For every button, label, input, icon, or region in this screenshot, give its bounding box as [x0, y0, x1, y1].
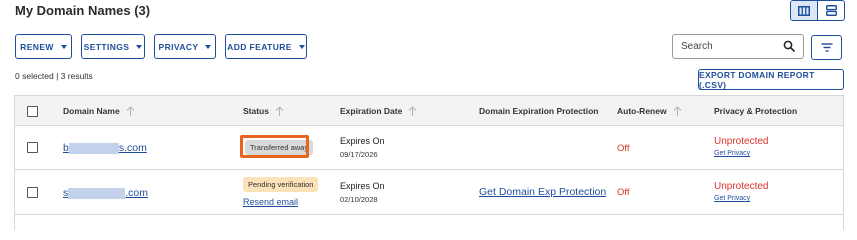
renew-button[interactable]: RENEW — [15, 34, 72, 59]
row-checkbox[interactable] — [27, 187, 38, 198]
column-label: Domain Expiration Protection — [479, 106, 599, 116]
status-badge: Pending verification — [243, 177, 319, 192]
chevron-down-icon — [60, 44, 67, 49]
column-label: Expiration Date — [340, 106, 403, 116]
search-input[interactable] — [681, 41, 781, 52]
highlight-box — [240, 135, 309, 158]
column-label: Status — [243, 106, 269, 116]
autorenew-status: Off — [617, 187, 630, 198]
get-privacy-link[interactable]: Get Privacy — [714, 150, 750, 157]
column-header-autorenew[interactable]: Auto-Renew — [617, 96, 682, 126]
sort-arrow-icon — [673, 106, 681, 116]
list-view-button[interactable] — [818, 1, 844, 20]
expires-label: Expires On — [340, 181, 385, 191]
column-header-expiration[interactable]: Expiration Date — [340, 96, 417, 126]
domain-name-end: .com — [125, 187, 149, 199]
chevron-down-icon — [136, 44, 143, 49]
column-header-privacy: Privacy & Protection — [714, 96, 797, 126]
settings-button[interactable]: SETTINGS — [81, 34, 145, 59]
expires-label: Expires On — [340, 136, 385, 146]
row-checkbox[interactable] — [27, 142, 38, 153]
table-row: b s.com Transferred away Expires On 09/17… — [15, 126, 843, 170]
autorenew-status: Off — [617, 143, 630, 154]
list-view-icon — [825, 5, 837, 16]
redacted-text — [68, 142, 119, 154]
chevron-down-icon — [205, 44, 212, 49]
select-all-checkbox[interactable] — [27, 106, 38, 117]
privacy-label: PRIVACY — [158, 41, 199, 52]
renew-label: RENEW — [20, 41, 54, 52]
grid-view-button[interactable] — [791, 1, 818, 20]
column-header-domain[interactable]: Domain Name — [63, 96, 135, 126]
settings-label: SETTINGS — [83, 41, 130, 52]
domain-link[interactable]: b s.com — [63, 142, 147, 154]
view-toggle — [790, 0, 845, 21]
search-icon[interactable] — [783, 40, 795, 52]
export-domain-report-button[interactable]: EXPORT DOMAIN REPORT (.CSV) — [698, 69, 844, 90]
sort-arrow-icon — [275, 106, 284, 116]
redacted-text — [68, 187, 126, 199]
privacy-button[interactable]: PRIVACY — [154, 34, 216, 59]
table-row: s .com Pending verification Resend email … — [15, 170, 843, 215]
column-header-protection: Domain Expiration Protection — [479, 96, 599, 126]
expiration-date: 09/17/2026 — [340, 150, 378, 159]
expiration-date: 02/10/2028 — [340, 195, 378, 204]
domain-name-end: s.com — [118, 142, 147, 154]
privacy-status: Unprotected — [714, 136, 769, 147]
search-box — [672, 34, 804, 59]
resend-email-link[interactable]: Resend email — [243, 197, 298, 207]
add-feature-label: ADD FEATURE — [227, 41, 292, 52]
sort-arrow-icon — [126, 106, 135, 116]
domain-table: Domain Name Status Expiration Date Domai… — [14, 95, 844, 230]
privacy-status: Unprotected — [714, 181, 769, 192]
selection-info: 0 selected | 3 results — [15, 71, 93, 81]
column-label: Domain Name — [63, 106, 120, 116]
column-label: Auto-Renew — [617, 106, 667, 116]
table-header: Domain Name Status Expiration Date Domai… — [15, 96, 843, 126]
column-label: Privacy & Protection — [714, 106, 798, 116]
filter-button[interactable] — [811, 35, 842, 60]
get-domain-exp-protection-link[interactable]: Get Domain Exp Protection — [479, 186, 606, 198]
page-title: My Domain Names (3) — [15, 3, 151, 18]
get-privacy-link[interactable]: Get Privacy — [714, 195, 750, 202]
chevron-down-icon — [298, 44, 305, 49]
column-header-status[interactable]: Status — [243, 96, 284, 126]
domain-link[interactable]: s .com — [63, 187, 148, 199]
filter-icon — [821, 43, 832, 52]
sort-arrow-icon — [408, 106, 417, 116]
add-feature-button[interactable]: ADD FEATURE — [225, 34, 307, 59]
grid-view-icon — [798, 5, 810, 16]
